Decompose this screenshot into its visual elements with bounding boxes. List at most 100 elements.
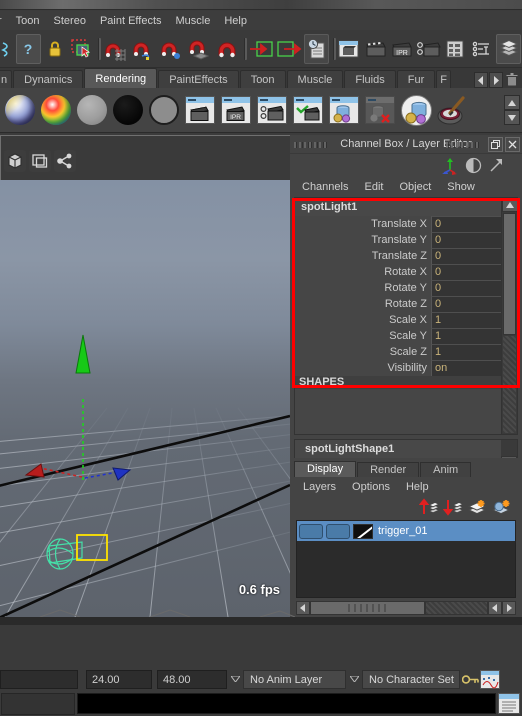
range-start-field[interactable]: 24.00 <box>86 669 152 689</box>
layer-editor-toggle-icon[interactable] <box>496 33 521 64</box>
layer-display-type-swatch[interactable] <box>353 523 373 539</box>
layer-menu-options[interactable]: Options <box>344 481 398 493</box>
channel-menu-object[interactable]: Object <box>391 181 439 193</box>
viewport-3d-scene[interactable]: 0.6 fps <box>0 180 290 617</box>
render-view-settings-icon[interactable] <box>470 34 495 64</box>
view-cube-icon[interactable] <box>4 150 26 172</box>
shelf-paint-vertex-color-icon[interactable] <box>435 93 469 127</box>
tab-anim[interactable]: Anim <box>420 462 472 477</box>
shelf-scrollbar[interactable] <box>504 92 522 128</box>
chevron-left-icon[interactable] <box>474 72 488 88</box>
shelf-tab-fur[interactable]: Fur <box>396 70 436 88</box>
new-layer-icon[interactable] <box>466 497 488 517</box>
menu-item-muscle[interactable]: Muscle <box>169 14 218 28</box>
hypershade-icon[interactable] <box>443 34 468 64</box>
viewport-panel[interactable]: 0.6 fps <box>0 135 290 617</box>
select-by-component-icon[interactable] <box>69 34 94 64</box>
render-settings-icon[interactable] <box>416 34 442 64</box>
shelf-cancel-batch-render-icon[interactable] <box>363 93 397 127</box>
snap-to-point-icon[interactable] <box>158 34 184 64</box>
shelf-tab-fur-next[interactable]: F <box>436 70 451 88</box>
channel-row[interactable]: Visibility on <box>295 360 517 376</box>
move-layer-up-icon[interactable] <box>418 497 440 517</box>
snap-to-curve-icon[interactable] <box>130 34 156 64</box>
ipr-render-icon[interactable]: IPR <box>390 34 415 64</box>
shelf-tab-rendering[interactable]: Rendering <box>84 68 158 88</box>
character-set-combo[interactable]: No Character Set <box>362 669 460 689</box>
channel-row[interactable]: Rotate Z 0 <box>295 296 517 312</box>
triangle-down-icon[interactable] <box>504 110 520 125</box>
layer-visibility-toggle[interactable] <box>299 523 323 539</box>
tab-render[interactable]: Render <box>357 462 420 477</box>
layer-list[interactable]: trigger_01 <box>296 520 516 598</box>
panel-grip-left[interactable] <box>294 142 328 148</box>
range-slider-bar[interactable] <box>0 669 78 689</box>
hypergraph-icon[interactable] <box>54 150 76 172</box>
channel-attribute-list[interactable]: spotLight1 Translate X 0 Translate Y 0 T… <box>294 197 518 435</box>
channel-row[interactable]: Rotate X 0 <box>295 264 517 280</box>
output-connections-icon[interactable] <box>276 34 302 64</box>
layer-name[interactable]: trigger_01 <box>378 525 428 537</box>
shelf-render-current-frame-icon[interactable] <box>183 93 217 127</box>
triangle-down-icon-2[interactable] <box>346 670 362 689</box>
lock-icon[interactable] <box>43 34 68 64</box>
snap-to-grid-icon[interactable] <box>102 34 128 64</box>
snap-to-view-plane-icon[interactable] <box>214 34 240 64</box>
channel-row[interactable]: Scale X 1 <box>295 312 517 328</box>
shelf-tab-clipped[interactable]: n <box>0 70 13 88</box>
channel-menu-show[interactable]: Show <box>439 181 483 193</box>
chevron-right-icon[interactable] <box>489 72 503 88</box>
channel-box-scrollbar[interactable] <box>501 198 518 434</box>
shelf-tab-muscle[interactable]: Muscle <box>286 70 344 88</box>
move-layer-down-icon[interactable] <box>442 497 464 517</box>
trash-icon[interactable] <box>504 72 520 88</box>
menu-item-paint-effects[interactable]: Paint Effects <box>93 14 169 28</box>
snap-to-projected-center-icon[interactable] <box>186 34 212 64</box>
shelf-render-settings-icon[interactable] <box>255 93 289 127</box>
channel-row[interactable]: Translate Y 0 <box>295 232 517 248</box>
panel-grip-right[interactable] <box>446 142 480 148</box>
menu-item-stereo[interactable]: Stereo <box>47 14 93 28</box>
layer-playback-toggle[interactable] <box>326 523 350 539</box>
close-button[interactable] <box>505 137 520 152</box>
input-connections-icon[interactable] <box>248 34 274 64</box>
menu-item-toon[interactable]: Toon <box>9 14 47 28</box>
triangle-up-icon[interactable] <box>502 198 518 212</box>
channel-row[interactable]: Translate Z 0 <box>295 248 517 264</box>
shelf-ipr-render-icon[interactable]: IPR <box>219 93 253 127</box>
shelf-tab-painteffects[interactable]: PaintEffects <box>158 70 239 88</box>
channel-row[interactable]: Scale Z 1 <box>295 344 517 360</box>
command-line-mel-selector[interactable] <box>1 692 75 715</box>
scrollbar-track[interactable] <box>503 336 516 433</box>
half-circle-icon[interactable] <box>463 156 483 175</box>
surface-shader-icon[interactable] <box>147 93 181 127</box>
command-line-input[interactable] <box>77 693 496 714</box>
arrow-diagonal-icon[interactable] <box>486 156 506 175</box>
channel-row[interactable]: Rotate Y 0 <box>295 280 517 296</box>
layer-menu-layers[interactable]: Layers <box>295 481 344 493</box>
tab-display[interactable]: Display <box>294 461 357 477</box>
channel-menu-channels[interactable]: Channels <box>294 181 356 193</box>
animation-preferences-icon[interactable] <box>480 669 500 689</box>
channel-menu-edit[interactable]: Edit <box>356 181 391 193</box>
render-current-frame-icon[interactable] <box>337 34 362 64</box>
key-icon[interactable] <box>460 674 480 685</box>
scrollbar-thumb[interactable] <box>503 213 516 335</box>
anim-layer-combo[interactable]: No Anim Layer <box>243 669 346 689</box>
view-panel-icon[interactable] <box>29 150 51 172</box>
render-sequence-icon[interactable] <box>364 34 389 64</box>
new-layer-from-selected-icon[interactable] <box>490 497 512 517</box>
shelf-tab-toon[interactable]: Toon <box>239 70 286 88</box>
help-question-icon[interactable]: ? <box>16 33 41 64</box>
triangle-up-icon[interactable] <box>504 95 520 110</box>
channel-row[interactable]: Translate X 0 <box>295 216 517 232</box>
restore-button[interactable] <box>488 137 503 152</box>
menu-item-help[interactable]: Help <box>217 14 254 28</box>
shelf-tab-fluids[interactable]: Fluids <box>344 70 396 88</box>
shelf-batch-render-icon[interactable] <box>327 93 361 127</box>
use-background-icon[interactable] <box>111 93 145 127</box>
lambert-material-icon[interactable] <box>75 93 109 127</box>
shelf-render-globals-icon[interactable] <box>291 93 325 127</box>
triangle-down-icon[interactable] <box>227 670 243 689</box>
shelf-tab-dynamics[interactable]: Dynamics <box>13 70 84 88</box>
